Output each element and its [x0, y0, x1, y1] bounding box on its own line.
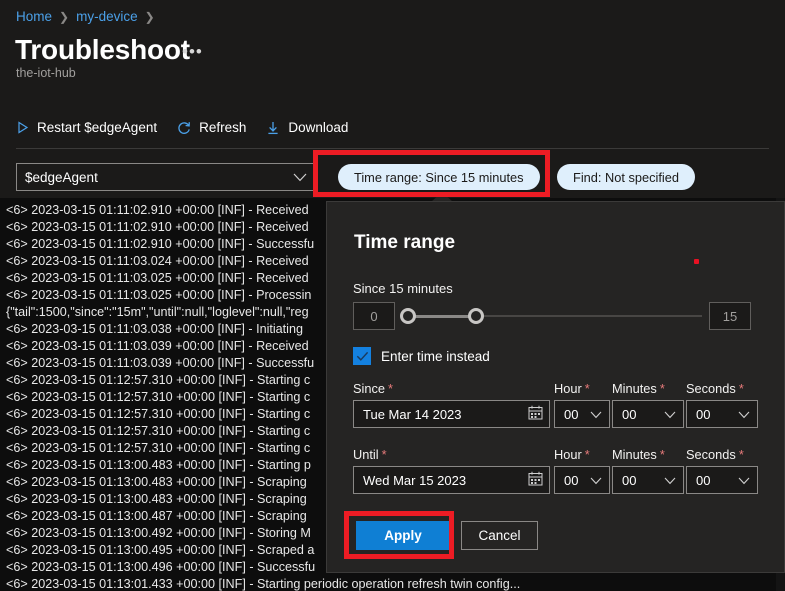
since-seconds-label: Seconds*: [686, 381, 744, 396]
enter-time-instead-checkbox[interactable]: Enter time instead: [353, 347, 490, 365]
log-line: <6> 2023-03-15 01:12:57.310 +00:00 [INF]…: [6, 423, 310, 440]
log-line: <6> 2023-03-15 01:13:00.483 +00:00 [INF]…: [6, 474, 307, 491]
command-bar-divider: [16, 148, 769, 149]
until-hour-select[interactable]: 00: [554, 466, 610, 494]
since-date-value: Tue Mar 14 2023: [363, 407, 462, 422]
log-line: <6> 2023-03-15 01:13:00.483 +00:00 [INF]…: [6, 491, 307, 508]
since-hour-select[interactable]: 00: [554, 400, 610, 428]
chevron-down-icon: [738, 473, 750, 488]
log-line: <6> 2023-03-15 01:13:00.483 +00:00 [INF]…: [6, 457, 311, 474]
log-line: <6> 2023-03-15 01:13:00.492 +00:00 [INF]…: [6, 525, 311, 542]
time-range-slider[interactable]: 0 15: [327, 302, 785, 332]
page-subtitle: the-iot-hub: [16, 66, 76, 80]
until-date-input[interactable]: Wed Mar 15 2023: [353, 466, 550, 494]
chevron-down-icon: [590, 473, 602, 488]
until-seconds-value: 00: [696, 473, 710, 488]
since-hour-label: Hour*: [554, 381, 590, 396]
log-line: <6> 2023-03-15 01:11:03.039 +00:00 [INF]…: [6, 338, 309, 355]
log-line: <6> 2023-03-15 01:13:00.487 +00:00 [INF]…: [6, 508, 307, 525]
apply-button[interactable]: Apply: [356, 521, 450, 550]
log-line: <6> 2023-03-15 01:11:02.910 +00:00 [INF]…: [6, 202, 309, 219]
page-title: Troubleshoot: [15, 34, 190, 66]
slider-min-value: 0: [353, 302, 395, 330]
enter-time-instead-label: Enter time instead: [381, 349, 490, 364]
cancel-button[interactable]: Cancel: [461, 521, 538, 550]
log-line: <6> 2023-03-15 01:13:00.495 +00:00 [INF]…: [6, 542, 314, 559]
since-minutes-label: Minutes*: [612, 381, 665, 396]
validation-dot-marker: [694, 259, 699, 264]
until-minutes-value: 00: [622, 473, 636, 488]
until-seconds-label: Seconds*: [686, 447, 744, 462]
since-minutes-value: 00: [622, 407, 636, 422]
since-minutes-select[interactable]: 00: [612, 400, 684, 428]
download-label: Download: [288, 120, 348, 135]
download-button[interactable]: Download: [266, 120, 348, 135]
breadcrumb: Home ❯ my-device ❯: [16, 9, 155, 24]
log-line: <6> 2023-03-15 01:11:02.910 +00:00 [INF]…: [6, 219, 309, 236]
breadcrumb-item-my-device[interactable]: my-device: [76, 9, 138, 24]
download-icon: [266, 121, 280, 135]
slider-knob-left[interactable]: [400, 308, 416, 324]
refresh-icon: [177, 121, 191, 135]
until-hour-label: Hour*: [554, 447, 590, 462]
refresh-button[interactable]: Refresh: [177, 120, 246, 135]
module-select-value: $edgeAgent: [25, 170, 98, 185]
log-line: <6> 2023-03-15 01:11:03.025 +00:00 [INF]…: [6, 270, 309, 287]
chevron-right-icon: ❯: [59, 10, 69, 24]
breadcrumb-item-home[interactable]: Home: [16, 9, 52, 24]
since-date-input[interactable]: Tue Mar 14 2023: [353, 400, 550, 428]
restart-edgeagent-label: Restart $edgeAgent: [37, 120, 157, 135]
until-date-value: Wed Mar 15 2023: [363, 473, 466, 488]
since-hour-value: 00: [564, 407, 578, 422]
module-select[interactable]: $edgeAgent: [16, 163, 316, 191]
panel-title: Time range: [354, 232, 455, 254]
slider-max-value: 15: [709, 302, 751, 330]
log-line: <6> 2023-03-15 01:11:03.024 +00:00 [INF]…: [6, 253, 309, 270]
since-summary-label: Since 15 minutes: [353, 281, 453, 296]
until-seconds-select[interactable]: 00: [686, 466, 758, 494]
until-minutes-select[interactable]: 00: [612, 466, 684, 494]
calendar-icon[interactable]: [528, 471, 543, 489]
restart-edgeagent-button[interactable]: Restart $edgeAgent: [16, 120, 157, 135]
chevron-right-icon: ❯: [145, 10, 155, 24]
until-field-label: Until*: [353, 447, 387, 462]
log-line: <6> 2023-03-15 01:12:57.310 +00:00 [INF]…: [6, 440, 310, 457]
log-line: <6> 2023-03-15 01:13:00.496 +00:00 [INF]…: [6, 559, 315, 576]
log-line: <6> 2023-03-15 01:11:03.025 +00:00 [INF]…: [6, 287, 311, 304]
log-line: <6> 2023-03-15 01:12:57.310 +00:00 [INF]…: [6, 406, 310, 423]
refresh-label: Refresh: [199, 120, 246, 135]
more-options-button[interactable]: •••: [182, 44, 203, 60]
find-filter-pill[interactable]: Find: Not specified: [557, 164, 695, 190]
log-line: <6> 2023-03-15 01:12:57.310 +00:00 [INF]…: [6, 389, 310, 406]
command-bar: Restart $edgeAgent Refresh Download: [16, 120, 348, 135]
log-line: <6> 2023-03-15 01:11:03.038 +00:00 [INF]…: [6, 321, 303, 338]
chevron-down-icon: [590, 407, 602, 422]
checkmark-icon: [353, 347, 371, 365]
time-range-panel: Time range Since 15 minutes 0 15 Enter t…: [326, 201, 785, 573]
chevron-down-icon: [293, 170, 307, 185]
until-minutes-label: Minutes*: [612, 447, 665, 462]
until-hour-value: 00: [564, 473, 578, 488]
since-seconds-select[interactable]: 00: [686, 400, 758, 428]
chevron-down-icon: [738, 407, 750, 422]
filter-bar: $edgeAgent Time range: Since 15 minutes …: [0, 155, 785, 198]
slider-track-fill: [407, 315, 476, 318]
since-seconds-value: 00: [696, 407, 710, 422]
log-line: <6> 2023-03-15 01:13:01.433 +00:00 [INF]…: [6, 576, 520, 591]
chevron-down-icon: [664, 407, 676, 422]
chevron-down-icon: [664, 473, 676, 488]
since-field-label: Since*: [353, 381, 393, 396]
log-line: <6> 2023-03-15 01:11:03.039 +00:00 [INF]…: [6, 355, 314, 372]
calendar-icon[interactable]: [528, 405, 543, 423]
log-line: <6> 2023-03-15 01:11:02.910 +00:00 [INF]…: [6, 236, 314, 253]
troubleshoot-page: Home ❯ my-device ❯ Troubleshoot ••• the-…: [0, 0, 785, 591]
play-triangle-icon: [16, 121, 29, 134]
log-line: <6> 2023-03-15 01:12:57.310 +00:00 [INF]…: [6, 372, 310, 389]
log-line: {"tail":1500,"since":"15m","until":null,…: [6, 304, 309, 321]
slider-knob-right[interactable]: [468, 308, 484, 324]
time-range-filter-pill[interactable]: Time range: Since 15 minutes: [338, 164, 540, 190]
